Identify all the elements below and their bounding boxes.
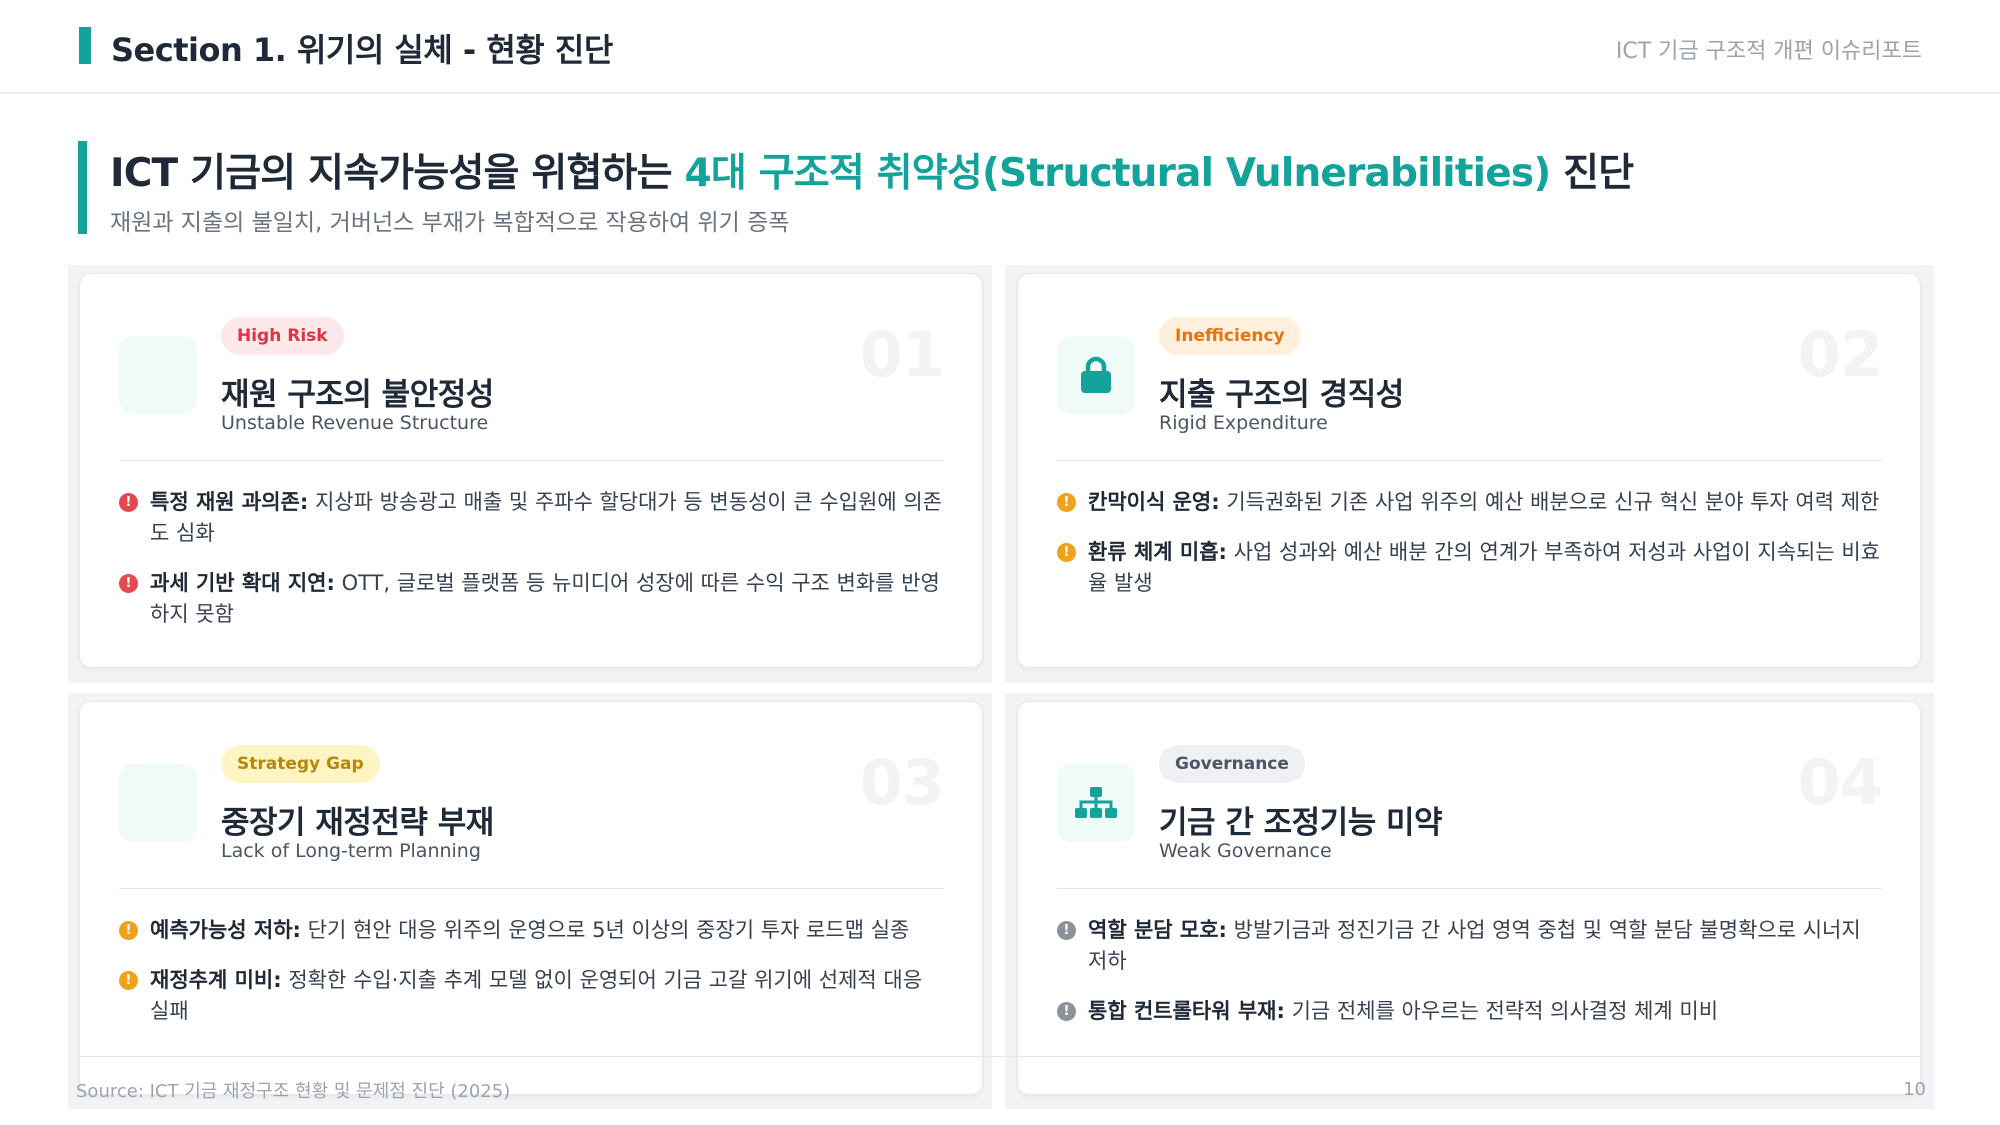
list-item: ! 칸막이식 운영: 기득권화된 기존 사업 위주의 예산 배분으로 신규 혁신… (1057, 487, 1882, 518)
page-headline: ICT 기금의 지속가능성을 위협하는 4대 구조적 취약성(Structura… (110, 142, 1634, 198)
section-title: Section 1. 위기의 실체 - 현황 진단 (111, 31, 613, 69)
point-term: 재정추계 미비: (150, 968, 282, 992)
page-subtitle: 재원과 지출의 불일치, 거버넌스 부재가 복합적으로 작용하여 위기 증폭 (110, 210, 790, 236)
org-chart-icon (1057, 764, 1135, 842)
list-item: ! 역할 분담 모호: 방발기금과 정진기금 간 사업 영역 중첩 및 역할 분… (1057, 915, 1882, 977)
point-term: 환류 체계 미흡: (1088, 540, 1227, 564)
point-term: 칸막이식 운영: (1088, 490, 1220, 514)
inefficiency-badge: Inefficiency (1159, 317, 1301, 355)
alert-icon: ! (119, 493, 138, 512)
card-number: 04 (1797, 746, 1883, 819)
list-item: ! 통합 컨트롤타워 부재: 기금 전체를 아우르는 전략적 의사결정 체계 미… (1057, 996, 1882, 1027)
point-text: 기금 전체를 아우르는 전략적 의사결정 체계 미비 (1284, 999, 1719, 1023)
card-divider (1057, 460, 1882, 461)
vulnerability-card-revenue: High Risk 01 재원 구조의 불안정성 Unstable Revenu… (79, 273, 983, 668)
card-divider (1057, 888, 1882, 889)
governance-badge: Governance (1159, 745, 1305, 783)
blank-icon (119, 336, 197, 414)
card-subtitle: Unstable Revenue Structure (221, 412, 489, 434)
lock-icon (1057, 336, 1135, 414)
card-subtitle: Rigid Expenditure (1159, 412, 1328, 434)
point-text: 단기 현안 대응 위주의 운영으로 5년 이상의 중장기 투자 로드맵 실종 (300, 918, 910, 942)
card-subtitle: Weak Governance (1159, 840, 1332, 862)
blank-icon (119, 764, 197, 842)
point-list: ! 예측가능성 저하: 단기 현안 대응 위주의 운영으로 5년 이상의 중장기… (119, 915, 944, 1046)
point-term: 예측가능성 저하: (150, 918, 301, 942)
info-icon: ! (1057, 921, 1076, 940)
footer-divider (78, 1056, 1922, 1057)
headline-highlight: 4대 구조적 취약성(Structural Vulnerabilities) (684, 151, 1552, 196)
point-term: 통합 컨트롤타워 부재: (1088, 999, 1285, 1023)
card-title: 재원 구조의 불안정성 (221, 377, 494, 413)
warning-icon: ! (1057, 543, 1076, 562)
point-list: ! 특정 재원 과의존: 지상파 방송광고 매출 및 주파수 할당대가 등 변동… (119, 487, 944, 649)
card-title: 지출 구조의 경직성 (1159, 377, 1404, 413)
source-note: Source: ICT 기금 재정구조 현황 및 문제점 진단 (2025) (76, 1081, 511, 1102)
card-number: 02 (1797, 318, 1883, 391)
card-number: 01 (859, 318, 945, 391)
warning-icon: ! (119, 971, 138, 990)
headline-suffix: 진단 (1550, 151, 1634, 196)
list-item: ! 특정 재원 과의존: 지상파 방송광고 매출 및 주파수 할당대가 등 변동… (119, 487, 944, 549)
point-list: ! 역할 분담 모호: 방발기금과 정진기금 간 사업 영역 중첩 및 역할 분… (1057, 915, 1882, 1046)
point-list: ! 칸막이식 운영: 기득권화된 기존 사업 위주의 예산 배분으로 신규 혁신… (1057, 487, 1882, 618)
warning-icon: ! (119, 921, 138, 940)
point-term: 역할 분담 모호: (1088, 918, 1227, 942)
vulnerability-card-governance: Governance 04 기금 간 조정기능 미약 Weak Governan… (1017, 701, 1921, 1095)
alert-icon: ! (119, 574, 138, 593)
card-title: 중장기 재정전략 부재 (221, 805, 494, 841)
strategy-gap-badge: Strategy Gap (221, 745, 380, 783)
report-name: ICT 기금 구조적 개편 이슈리포트 (1615, 39, 1922, 64)
card-divider (119, 460, 944, 461)
top-header-bar: Section 1. 위기의 실체 - 현황 진단 ICT 기금 구조적 개편 … (0, 0, 2000, 94)
vulnerability-card-planning: Strategy Gap 03 중장기 재정전략 부재 Lack of Long… (79, 701, 983, 1095)
card-title: 기금 간 조정기능 미약 (1159, 805, 1443, 841)
list-item: ! 재정추계 미비: 정확한 수입·지출 추계 모델 없이 운영되어 기금 고갈… (119, 965, 944, 1027)
list-item: ! 예측가능성 저하: 단기 현안 대응 위주의 운영으로 5년 이상의 중장기… (119, 915, 944, 946)
risk-badge: High Risk (221, 317, 344, 355)
section-accent-bar (79, 27, 91, 64)
card-number: 03 (859, 746, 945, 819)
card-divider (119, 888, 944, 889)
point-term: 특정 재원 과의존: (150, 490, 309, 514)
headline-accent-bar (78, 141, 87, 234)
list-item: ! 환류 체계 미흡: 사업 성과와 예산 배분 간의 연계가 부족하여 저성과… (1057, 537, 1882, 599)
page-number: 10 (1903, 1079, 1926, 1100)
info-icon: ! (1057, 1002, 1076, 1021)
card-subtitle: Lack of Long-term Planning (221, 840, 481, 862)
point-term: 과세 기반 확대 지연: (150, 571, 335, 595)
vulnerability-card-expenditure: Inefficiency 02 지출 구조의 경직성 Rigid Expendi… (1017, 273, 1921, 668)
list-item: ! 과세 기반 확대 지연: OTT, 글로벌 플랫폼 등 뉴미디어 성장에 따… (119, 568, 944, 630)
point-text: 기득권화된 기존 사업 위주의 예산 배분으로 신규 혁신 분야 투자 여력 제… (1219, 490, 1880, 514)
headline-prefix: ICT 기금의 지속가능성을 위협하는 (110, 151, 685, 196)
warning-icon: ! (1057, 493, 1076, 512)
